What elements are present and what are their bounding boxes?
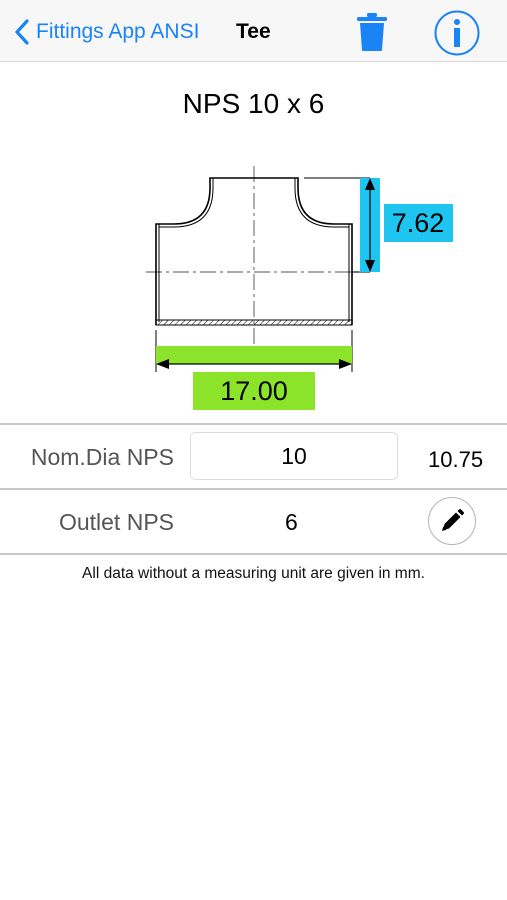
pencil-icon <box>442 509 464 531</box>
nav-title: Tee <box>236 20 271 43</box>
units-footnote: All data without a measuring unit are gi… <box>82 565 425 582</box>
divider <box>0 488 507 490</box>
back-button[interactable]: Fittings App ANSI <box>12 16 199 48</box>
divider <box>0 423 507 425</box>
nom-dia-value: 10 <box>281 442 307 469</box>
info-icon[interactable] <box>434 10 480 56</box>
outside-diameter-value: 10.75 <box>428 447 484 472</box>
height-dimension-value: 7.62 <box>392 208 445 238</box>
chevron-left-icon <box>15 19 29 45</box>
edit-outlet-button[interactable] <box>428 497 476 545</box>
outlet-label: Outlet NPS <box>58 509 174 535</box>
divider <box>0 553 507 555</box>
outlet-value: 6 <box>285 509 298 535</box>
nom-dia-label: Nom.Dia NPS <box>30 444 174 470</box>
tee-drawing: 7.62 17.00 <box>146 166 453 410</box>
navigation-bar: Fittings App ANSI Tee <box>0 0 507 62</box>
trash-icon[interactable] <box>356 12 388 52</box>
back-button-label: Fittings App ANSI <box>36 20 200 43</box>
page-title: NPS 10 x 6 <box>182 88 325 119</box>
width-dimension-bar <box>156 346 352 364</box>
nom-dia-input[interactable]: 10 <box>190 432 398 480</box>
width-dimension-value: 17.00 <box>220 376 288 406</box>
